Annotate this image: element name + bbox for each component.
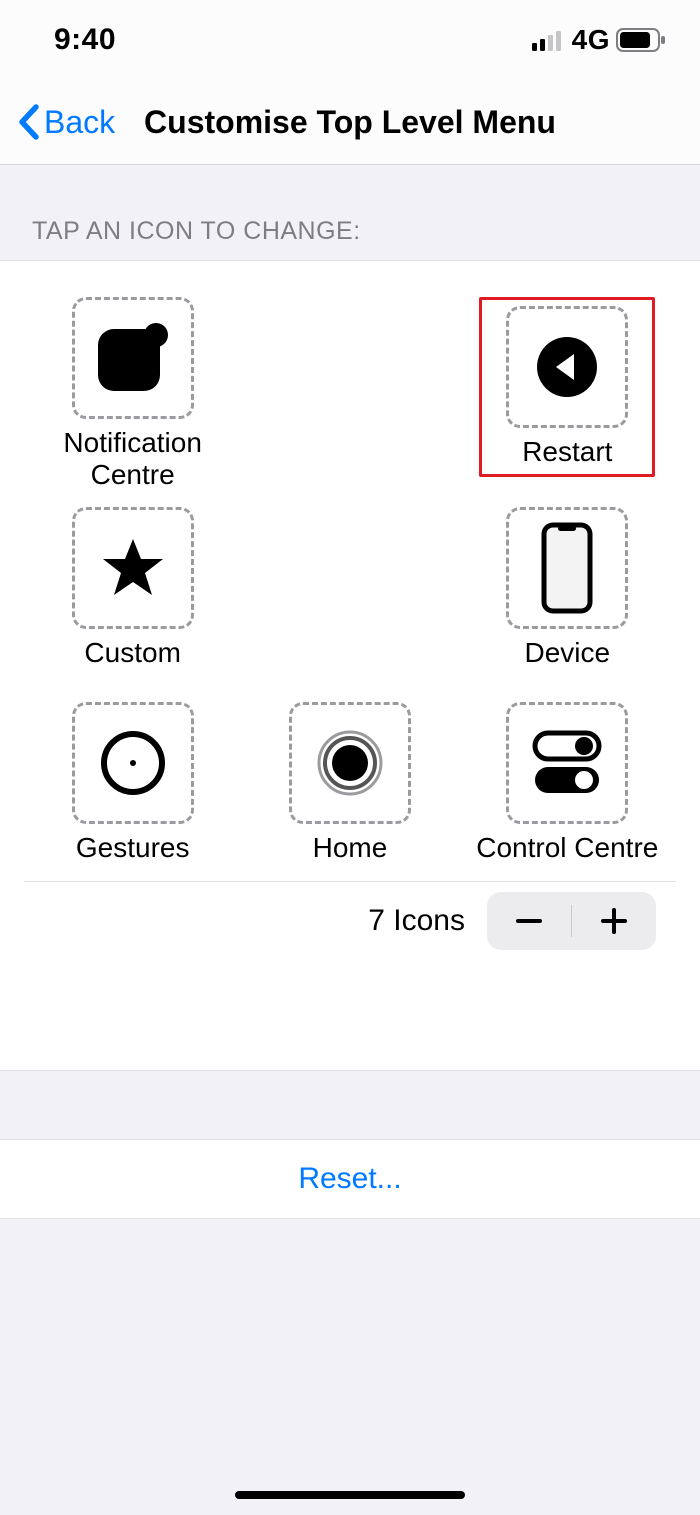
cellular-signal-icon [532, 29, 566, 51]
icon-grid-panel: Notification Centre Restart [0, 260, 700, 1071]
back-button[interactable]: Back [0, 103, 115, 141]
icon-cell-home[interactable]: Home [241, 686, 458, 881]
back-label: Back [44, 104, 115, 141]
decrement-button[interactable] [487, 892, 571, 950]
network-label: 4G [572, 24, 610, 56]
icon-box [72, 507, 194, 629]
icon-box [289, 702, 411, 824]
icon-grid: Notification Centre Restart [24, 281, 676, 881]
icon-box [72, 702, 194, 824]
minus-icon [516, 919, 542, 923]
status-time: 9:40 [54, 23, 116, 57]
icon-cell-restart[interactable]: Restart [459, 281, 676, 491]
battery-icon [616, 28, 666, 52]
icon-cell-empty-2 [241, 491, 458, 686]
status-bar: 9:40 4G [0, 0, 700, 80]
icon-box [506, 507, 628, 629]
restart-icon [536, 336, 598, 398]
star-icon [101, 537, 165, 599]
device-icon [541, 522, 593, 614]
notification-centre-icon [96, 323, 170, 393]
home-indicator[interactable] [235, 1491, 465, 1499]
icon-label: Control Centre [476, 832, 658, 864]
icon-label: Device [525, 637, 611, 669]
icon-cell-notification-centre[interactable]: Notification Centre [24, 281, 241, 491]
chevron-left-icon [16, 103, 42, 141]
control-centre-icon [531, 729, 603, 797]
icon-label: Gestures [76, 832, 190, 864]
icon-label: Restart [506, 436, 628, 468]
highlight-box: Restart [479, 297, 655, 477]
icon-cell-gestures[interactable]: Gestures [24, 686, 241, 881]
reset-button[interactable]: Reset... [0, 1139, 700, 1219]
plus-icon [601, 908, 627, 934]
icon-cell-empty-1 [241, 281, 458, 491]
icon-cell-device[interactable]: Device [459, 491, 676, 686]
gestures-icon [100, 730, 166, 796]
icon-cell-custom[interactable]: Custom [24, 491, 241, 686]
icon-count-stepper [487, 892, 656, 950]
screen: 9:40 4G Back Customise Top Level [0, 0, 700, 1515]
increment-button[interactable] [572, 892, 656, 950]
icon-box [506, 306, 628, 428]
section-header: TAP AN ICON TO CHANGE: [0, 165, 700, 260]
icon-count-row: 7 Icons [24, 881, 676, 960]
icon-cell-control-centre[interactable]: Control Centre [459, 686, 676, 881]
page-title: Customise Top Level Menu [144, 104, 556, 140]
status-right: 4G [532, 24, 666, 56]
home-icon [317, 730, 383, 796]
icon-count-label: 7 Icons [368, 904, 465, 938]
icon-box [506, 702, 628, 824]
nav-bar: Back Customise Top Level Menu [0, 80, 700, 165]
icon-label: Notification Centre [24, 427, 241, 491]
icon-box [72, 297, 194, 419]
icon-label: Custom [84, 637, 180, 669]
icon-label: Home [313, 832, 388, 864]
reset-label: Reset... [298, 1162, 401, 1196]
